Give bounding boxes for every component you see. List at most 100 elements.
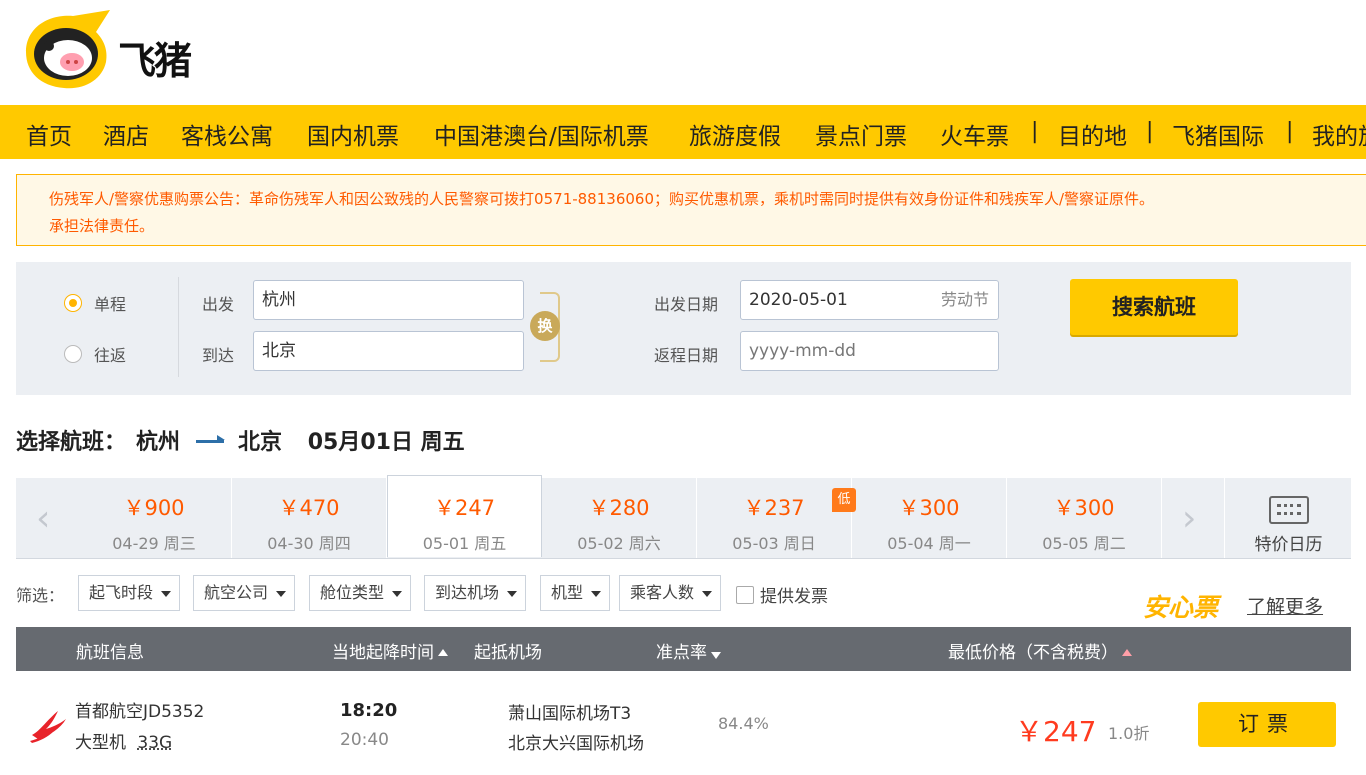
route-from: 杭州	[136, 430, 180, 455]
date-price: ￥470	[232, 492, 386, 522]
return-date-label: 返程日期	[654, 342, 718, 366]
nav-separator: |	[1146, 119, 1153, 144]
search-flights-button[interactable]: 搜索航班	[1070, 279, 1238, 335]
aircraft-size-label: 大型机	[75, 733, 126, 753]
book-button[interactable]: 订票	[1198, 702, 1336, 747]
filter-departure-time[interactable]: 起飞时段	[78, 575, 180, 611]
date-price-cell-selected[interactable]: ￥247 05-01 周五	[387, 475, 542, 557]
filter-airline[interactable]: 航空公司	[193, 575, 295, 611]
nav-item-vacation[interactable]: 旅游度假	[689, 117, 781, 151]
chevron-left-icon[interactable]: ‹	[36, 498, 50, 539]
date-price: ￥237	[697, 492, 851, 522]
notice-banner: 伤残军人/警察优惠购票公告：革命伤残军人和因公致残的人民警察可拨打0571-88…	[16, 174, 1366, 246]
nav-item-tickets[interactable]: 景点门票	[815, 117, 907, 151]
learn-more-link[interactable]: 了解更多	[1247, 592, 1323, 619]
date-price-cell[interactable]: ￥900 04-29 周三	[77, 478, 232, 558]
date-label: 05-03 周日	[697, 530, 851, 554]
header-airports: 起抵机场	[474, 638, 542, 663]
round-trip-label[interactable]: 往返	[94, 342, 126, 366]
main-nav: 首页 酒店 客栈公寓 国内机票 中国港澳台/国际机票 旅游度假 景点门票 火车票…	[0, 105, 1366, 159]
date-label: 05-05 周二	[1007, 530, 1161, 554]
nav-item-intl-flights[interactable]: 中国港澳台/国际机票	[434, 117, 649, 151]
divider	[178, 277, 179, 377]
from-label: 出发	[202, 291, 234, 315]
date-label: 04-30 周四	[232, 530, 386, 554]
aircraft-model[interactable]: 33G	[137, 733, 172, 753]
capital-airlines-logo-icon	[28, 705, 70, 745]
airline-flight-number: 首都航空JD5352	[75, 697, 204, 722]
lowest-price: ￥247	[1015, 710, 1096, 750]
date-price-cell[interactable]: ￥470 04-30 周四	[232, 478, 387, 558]
date-label: 04-29 周三	[77, 530, 231, 554]
aircraft-size: 大型机 33G	[75, 728, 172, 753]
date-price: ￥280	[542, 492, 696, 522]
route-arrow-icon	[196, 440, 224, 443]
depart-date-label: 出发日期	[654, 291, 718, 315]
notice-text: 伤残军人/警察优惠购票公告：革命伤残军人和因公致残的人民警察可拨打0571-88…	[49, 186, 1366, 213]
flight-search-panel: 单程 往返 出发 杭州 到达 北京 换 出发日期 2020-05-01 劳动节 …	[16, 262, 1351, 395]
depart-date-input[interactable]: 2020-05-01 劳动节	[740, 280, 999, 320]
price-calendar-label: 特价日历	[1225, 530, 1352, 555]
from-city-input[interactable]: 杭州	[253, 280, 524, 320]
header-time-sort[interactable]: 当地起降时间	[332, 638, 448, 663]
nav-item-domestic-flights[interactable]: 国内机票	[307, 117, 399, 151]
nav-item-home[interactable]: 首页	[26, 117, 72, 151]
filter-passengers[interactable]: 乘客人数	[619, 575, 721, 611]
date-price-bar: ‹ ￥900 04-29 周三 ￥470 04-30 周四 ￥247 05-01…	[16, 478, 1351, 559]
route-prefix: 选择航班：	[16, 430, 126, 455]
swap-cities-button[interactable]: 换	[530, 311, 560, 341]
route-date: 05月01日 周五	[308, 430, 465, 455]
nav-item-hotel[interactable]: 酒店	[103, 117, 149, 151]
date-price: ￥247	[388, 492, 541, 522]
date-price: ￥300	[1007, 492, 1161, 522]
nav-item-inn[interactable]: 客栈公寓	[181, 117, 273, 151]
date-price-cell[interactable]: ￥280 05-02 周六	[542, 478, 697, 558]
price-calendar-button[interactable]: 特价日历	[1224, 478, 1351, 558]
date-label: 05-01 周五	[388, 530, 541, 554]
nav-separator: |	[1286, 119, 1293, 144]
route-title: 选择航班： 杭州 北京 05月01日 周五	[16, 424, 475, 456]
notice-text-continued: 承担法律责任。	[49, 213, 154, 240]
date-price-cell[interactable]: ￥300 05-05 周二	[1007, 478, 1162, 558]
ontime-rate: 84.4%	[718, 714, 769, 733]
nav-separator: |	[1031, 119, 1038, 144]
anxin-ticket-logo: 安心票	[1143, 588, 1218, 624]
discount: 1.0折	[1108, 720, 1149, 744]
header-flight-info: 航班信息	[76, 638, 144, 663]
pig-logo-icon	[18, 10, 118, 90]
chevron-right-icon[interactable]: ›	[1182, 498, 1196, 539]
nav-item-train[interactable]: 火车票	[940, 117, 1009, 151]
arrival-airport: 北京大兴国际机场	[508, 729, 644, 754]
departure-time: 18:20	[340, 700, 397, 721]
nav-item-destination[interactable]: 目的地	[1058, 117, 1127, 151]
filter-arrival-airport[interactable]: 到达机场	[424, 575, 526, 611]
date-price: ￥300	[852, 492, 1006, 522]
departure-airport: 萧山国际机场T3	[508, 699, 631, 724]
flight-table-header: 航班信息 当地起降时间 起抵机场 准点率 最低价格（不含税费）	[16, 627, 1351, 671]
filter-cabin-class[interactable]: 舱位类型	[309, 575, 411, 611]
to-label: 到达	[202, 342, 234, 366]
date-price-cell[interactable]: ￥300 05-04 周一	[852, 478, 1007, 558]
date-price: ￥900	[77, 492, 231, 522]
invoice-checkbox[interactable]	[736, 586, 754, 604]
filter-label: 筛选：	[16, 582, 64, 606]
date-price-cell[interactable]: ￥237 05-03 周日 低	[697, 478, 852, 558]
one-way-label[interactable]: 单程	[94, 291, 126, 315]
nav-item-fliggy-intl[interactable]: 飞猪国际	[1172, 117, 1264, 151]
calendar-icon	[1269, 496, 1309, 524]
brand-name: 飞猪	[118, 30, 190, 85]
depart-date-value: 2020-05-01	[749, 290, 848, 310]
route-to: 北京	[238, 430, 282, 455]
date-label: 05-02 周六	[542, 530, 696, 554]
return-date-input[interactable]: yyyy-mm-dd	[740, 331, 999, 371]
header-price-sort[interactable]: 最低价格（不含税费）	[948, 638, 1132, 663]
invoice-checkbox-label[interactable]: 提供发票	[760, 582, 828, 607]
round-trip-radio[interactable]	[64, 345, 82, 363]
to-city-input[interactable]: 北京	[253, 331, 524, 371]
filter-aircraft-type[interactable]: 机型	[540, 575, 610, 611]
one-way-radio[interactable]	[64, 294, 82, 312]
date-label: 05-04 周一	[852, 530, 1006, 554]
header-ontime-sort[interactable]: 准点率	[656, 638, 721, 663]
arrival-time: 20:40	[340, 730, 389, 750]
nav-item-my-trip[interactable]: 我的旅行	[1312, 117, 1366, 151]
